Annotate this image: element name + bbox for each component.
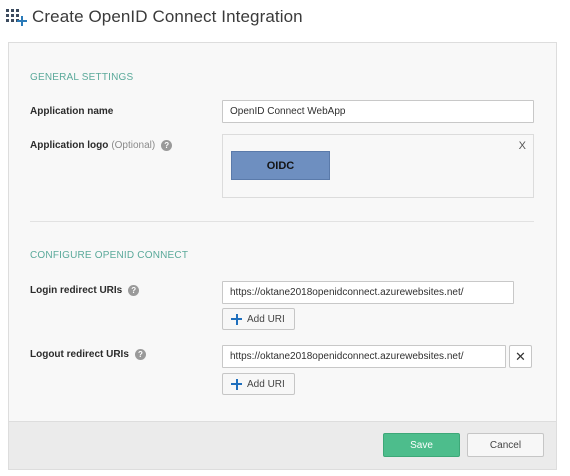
remove-logo-button[interactable]: X <box>519 140 526 152</box>
add-uri-label: Add URI <box>247 313 285 325</box>
application-name-label: Application name <box>30 106 113 117</box>
login-redirect-uri-input[interactable] <box>222 281 514 304</box>
general-settings-heading: GENERAL SETTINGS <box>30 72 134 83</box>
apps-grid-add-icon <box>6 8 27 26</box>
logout-redirect-label-text: Logout redirect URIs <box>30 349 129 360</box>
close-icon: ✕ <box>515 349 526 364</box>
application-name-input[interactable] <box>222 100 534 123</box>
form-footer: Save Cancel <box>9 421 556 469</box>
page-title: Create OpenID Connect Integration <box>32 7 303 26</box>
logout-redirect-label: Logout redirect URIs ? <box>30 349 146 360</box>
save-button[interactable]: Save <box>383 433 460 457</box>
login-redirect-label: Login redirect URIs ? <box>30 285 140 296</box>
section-divider <box>30 221 534 222</box>
add-login-uri-button[interactable]: Add URI <box>222 308 295 330</box>
application-logo-label-text: Application logo <box>30 140 109 151</box>
optional-hint: (Optional) <box>111 140 156 151</box>
logo-image: OIDC <box>231 151 330 180</box>
help-icon[interactable]: ? <box>128 285 140 296</box>
page-header: Create OpenID Connect Integration <box>6 6 303 28</box>
help-icon[interactable]: ? <box>134 349 146 360</box>
application-logo-label: Application logo (Optional) ? <box>30 140 173 151</box>
remove-logout-uri-button[interactable]: ✕ <box>509 345 532 368</box>
plus-icon <box>231 378 242 390</box>
help-icon[interactable]: ? <box>161 140 173 151</box>
add-logout-uri-button[interactable]: Add URI <box>222 373 295 395</box>
application-name-label-text: Application name <box>30 106 114 117</box>
login-redirect-label-text: Login redirect URIs <box>30 285 123 296</box>
cancel-button[interactable]: Cancel <box>467 433 544 457</box>
configure-openid-heading: CONFIGURE OPENID CONNECT <box>30 250 189 261</box>
integration-form: GENERAL SETTINGS Application name Applic… <box>8 42 557 470</box>
plus-icon <box>231 313 242 325</box>
logo-upload-box[interactable]: OIDC X <box>222 134 534 198</box>
add-uri-label: Add URI <box>247 378 285 390</box>
logout-redirect-uri-input[interactable] <box>222 345 506 368</box>
